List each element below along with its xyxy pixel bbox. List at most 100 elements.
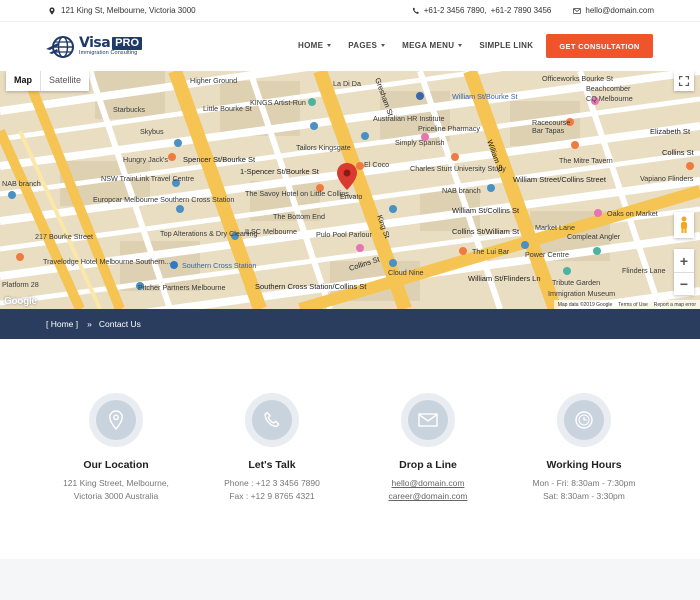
top-address-text: 121 King St, Melbourne, Victoria 3000	[61, 6, 196, 15]
map-label: Hungry Jack's	[123, 155, 168, 164]
phone-icon	[264, 411, 280, 428]
top-phone-1[interactable]: +61-2 3456 7890,	[424, 6, 487, 15]
envelope-icon	[573, 7, 582, 14]
site-header: Visa PRO Immigration Consulting HOME PAG…	[0, 22, 700, 71]
logo-brand: Visa	[79, 35, 111, 52]
map-label: William St/Collins St	[452, 206, 520, 215]
email-link-hello[interactable]: hello@domain.com	[348, 477, 508, 490]
top-email[interactable]: hello@domain.com	[585, 6, 654, 15]
map-label: William Street/Collins Street	[513, 175, 607, 184]
nav-pages[interactable]: PAGES	[348, 41, 386, 50]
map-label: The Lui Bar	[472, 247, 510, 256]
poi-marker	[451, 153, 459, 161]
contact-card-line: Fax : +12 9 8765 4321	[229, 491, 315, 501]
map-label: Spencer St/Bourke St	[183, 155, 256, 164]
map-label: The Mitre Tavern	[559, 156, 613, 165]
poi-marker	[310, 122, 318, 130]
chevron-down-icon	[381, 44, 386, 47]
location-pin-icon	[109, 410, 123, 430]
site-logo[interactable]: Visa PRO Immigration Consulting	[46, 33, 146, 60]
nav-simple-link-label: SIMPLE LINK	[479, 41, 534, 50]
get-consultation-button[interactable]: GET CONSULTATION	[546, 34, 653, 58]
contact-card-line: Sat: 8:30am - 3:30pm	[543, 491, 625, 501]
nav-mega-menu[interactable]: MEGA MENU	[402, 41, 463, 50]
report-map-error-link[interactable]: Report a map error	[654, 302, 696, 308]
street-view-pegman[interactable]	[674, 212, 694, 238]
poi-marker	[361, 132, 369, 140]
map-type-map-button[interactable]: Map	[6, 71, 40, 91]
map-label: Charles Sturt University Study	[410, 164, 506, 173]
zoom-in-button[interactable]: +	[674, 249, 694, 272]
nav-simple-link[interactable]: SIMPLE LINK	[479, 41, 533, 50]
breadcrumb-separator: »	[87, 319, 92, 329]
fullscreen-button[interactable]	[674, 71, 694, 91]
zoom-out-button[interactable]: −	[674, 272, 694, 295]
map-type-satellite-button[interactable]: Satellite	[40, 71, 89, 91]
nav-mega-menu-label: MEGA MENU	[402, 41, 455, 50]
map-label: Elizabeth St	[650, 127, 691, 136]
map-label: NAB branch	[2, 179, 41, 188]
contact-card-email: Drop a Line hello@domain.com career@doma…	[348, 393, 508, 503]
chevron-down-icon	[458, 44, 463, 47]
contact-card-title: Let's Talk	[248, 459, 296, 471]
poi-marker	[563, 267, 571, 275]
contact-info-section: Our Location 121 King Street, Melbourne,…	[0, 339, 700, 559]
contact-card-line: Mon - Fri: 8:30am - 7:30pm	[532, 478, 636, 488]
map-label: Simply Spanish	[395, 138, 445, 147]
poi-marker	[686, 162, 694, 170]
map-label: Top Alterations & Dry Cleaning	[160, 229, 257, 238]
map-canvas[interactable]: Higher Ground La Di Da Officeworks Bourk…	[0, 71, 700, 309]
fullscreen-icon	[679, 76, 689, 86]
map-label: 217 Bourke Street	[35, 232, 93, 241]
poi-marker	[389, 205, 397, 213]
icon-circle	[401, 393, 455, 447]
contact-card-line: Victoria 3000 Australia	[73, 491, 159, 501]
zoom-control: + −	[674, 249, 694, 295]
map-label: Little Bourke St	[203, 104, 252, 113]
top-phone-2[interactable]: +61-2 7890 3456	[491, 6, 552, 15]
icon-circle	[245, 393, 299, 447]
poi-marker	[16, 253, 24, 261]
map-label: Starbucks	[113, 105, 145, 114]
poi-marker	[168, 153, 176, 161]
email-link-career[interactable]: career@domain.com	[348, 490, 508, 503]
poi-marker	[356, 162, 364, 170]
poi-marker	[594, 209, 602, 217]
poi-marker	[459, 247, 467, 255]
contact-card-location: Our Location 121 King Street, Melbourne,…	[36, 393, 196, 503]
map-label: The Bottom End	[273, 212, 325, 221]
map-label: Travelodge Hotel Melbourne Southern...	[43, 257, 171, 266]
poi-marker	[487, 184, 495, 192]
map-label: KINGS Artist-Run	[250, 98, 306, 107]
clock-icon	[575, 411, 593, 429]
top-address: 121 King St, Melbourne, Victoria 3000	[48, 6, 196, 15]
footer-band	[0, 559, 700, 600]
map-label: NSW TrainLink Travel Centre	[101, 174, 194, 183]
pegman-icon	[681, 216, 687, 233]
contact-card-line: Phone : +12 3 3456 7890	[224, 478, 320, 488]
poi-marker	[416, 92, 424, 100]
contact-card-title: Our Location	[83, 459, 149, 471]
nav-pages-label: PAGES	[348, 41, 378, 50]
poi-marker	[389, 259, 397, 267]
poi-marker	[571, 141, 579, 149]
poi-marker	[170, 261, 178, 269]
poi-marker	[356, 244, 364, 252]
logo-badge: PRO	[112, 36, 143, 50]
logo-tagline: Immigration Consulting	[79, 50, 138, 57]
map-type-control: Map Satellite	[6, 71, 90, 91]
map-label: Bar Tapas	[532, 126, 565, 135]
breadcrumb: [ Home ] » Contact Us	[0, 309, 700, 339]
map-label: Tailors Kingsgate	[296, 143, 351, 152]
nav-home[interactable]: HOME	[298, 41, 332, 50]
map-label: William St/Flinders Ln	[468, 274, 541, 283]
google-map[interactable]: Higher Ground La Di Da Officeworks Bourk…	[0, 71, 700, 309]
breadcrumb-home-link[interactable]: [ Home ]	[46, 319, 78, 329]
contact-card-talk: Let's Talk Phone : +12 3 3456 7890 Fax :…	[192, 393, 352, 503]
map-label: Tribute Garden	[552, 278, 600, 287]
google-logo[interactable]: Google	[4, 296, 37, 307]
terms-of-use-link[interactable]: Terms of Use	[618, 302, 647, 308]
map-footer: Map data ©2019 Google Terms of Use Repor…	[553, 300, 700, 309]
map-label: El Coco	[364, 160, 389, 169]
poi-marker	[174, 139, 182, 147]
